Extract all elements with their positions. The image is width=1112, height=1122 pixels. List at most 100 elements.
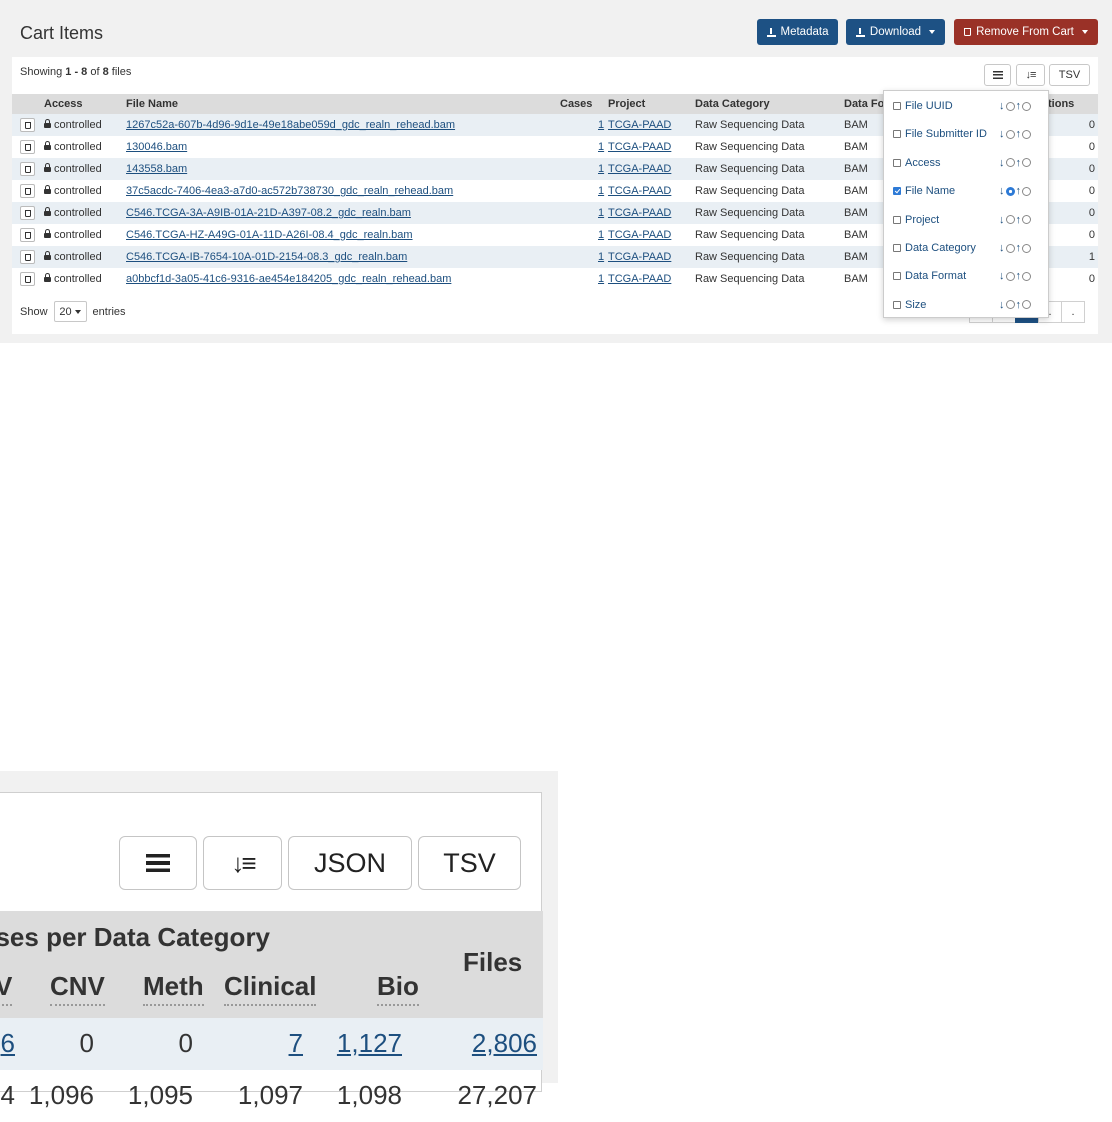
sort-option[interactable]: Data Format ↓ ↑ xyxy=(884,264,1048,292)
sort-button[interactable]: ↓≡ xyxy=(1016,64,1045,86)
sort-checkbox[interactable] xyxy=(893,102,901,110)
files-count[interactable]: 2,806 xyxy=(472,1028,537,1059)
cases-link[interactable]: 1 xyxy=(598,229,604,241)
file-name-link[interactable]: 37c5acdc-7406-4ea3-a7d0-ac572b738730_gdc… xyxy=(126,185,453,197)
trash-icon xyxy=(24,121,31,129)
cases-link[interactable]: 1 xyxy=(598,273,604,285)
project-link[interactable]: TCGA-PAAD xyxy=(608,163,671,175)
sort-asc-radio[interactable] xyxy=(1005,101,1015,111)
column-toggle-button[interactable] xyxy=(119,836,197,890)
column-toggle-button[interactable] xyxy=(984,64,1011,86)
sort-option[interactable]: Size ↓ ↑ xyxy=(884,293,1048,321)
sort-desc-radio[interactable] xyxy=(1022,129,1031,139)
remove-from-cart-button[interactable]: Remove From Cart xyxy=(954,19,1098,45)
data-format-cell: BAM xyxy=(844,119,868,131)
cases-link[interactable]: 1 xyxy=(598,251,604,263)
sort-option[interactable]: Data Category ↓ ↑ xyxy=(884,236,1048,264)
project-link[interactable]: TCGA-PAAD xyxy=(608,273,671,285)
remove-row-button[interactable] xyxy=(20,250,35,264)
remove-row-button[interactable] xyxy=(20,206,35,220)
col-clinical[interactable]: Clinical xyxy=(224,971,317,1006)
sort-desc-radio[interactable] xyxy=(1022,215,1031,225)
remove-row-button[interactable] xyxy=(20,228,35,242)
cases-link[interactable]: 1 xyxy=(598,185,604,197)
cases-link[interactable]: 1 xyxy=(598,141,604,153)
cases-link[interactable]: 1 xyxy=(598,119,604,131)
project-link[interactable]: TCGA-PAAD xyxy=(608,229,671,241)
sort-option[interactable]: File Name ↓ ↑ xyxy=(884,179,1048,207)
tsv-button[interactable]: TSV xyxy=(418,836,521,890)
file-name-link[interactable]: C546.TCGA-HZ-A49G-01A-11D-A26I-08.4_gdc_… xyxy=(126,229,413,241)
sort-checkbox[interactable] xyxy=(893,130,901,139)
table-row: 6 0 0 7 1,127 2,806 xyxy=(0,1018,543,1070)
sort-asc-radio[interactable] xyxy=(1005,243,1015,253)
sort-asc-radio[interactable] xyxy=(1005,186,1015,196)
remove-row-button[interactable] xyxy=(20,118,35,132)
sort-asc-radio[interactable] xyxy=(1005,300,1015,310)
col-data-format[interactable]: Data Fo xyxy=(844,98,884,110)
col-cases[interactable]: Cases xyxy=(560,98,592,110)
sort-option[interactable]: File UUID ↓ ↑ xyxy=(884,94,1048,122)
json-button[interactable]: JSON xyxy=(288,836,412,890)
download-icon xyxy=(855,27,865,37)
bio-count[interactable]: 1,127 xyxy=(337,1028,402,1059)
sort-asc-radio[interactable] xyxy=(1005,158,1015,168)
sort-desc-radio[interactable] xyxy=(1022,243,1031,253)
col-annotations[interactable]: tions xyxy=(1048,98,1074,110)
sort-option[interactable]: Access ↓ ↑ xyxy=(884,151,1048,179)
sort-asc-radio[interactable] xyxy=(1005,129,1015,139)
remove-row-button[interactable] xyxy=(20,140,35,154)
page-button[interactable]: . xyxy=(1061,301,1085,323)
col-access[interactable]: Access xyxy=(44,98,83,110)
bio-count: 1,098 xyxy=(336,1080,402,1110)
sort-button[interactable]: ↓≡ xyxy=(203,836,282,890)
file-name-link[interactable]: 1267c52a-607b-4d96-9d1e-49e18abe059d_gdc… xyxy=(126,119,455,131)
sort-checkbox[interactable] xyxy=(893,244,901,252)
clinical-count[interactable]: 7 xyxy=(289,1028,303,1059)
page-size-select[interactable]: 20 xyxy=(53,301,87,322)
sort-option[interactable]: Project ↓ ↑ xyxy=(884,208,1048,236)
sort-option[interactable]: File Submitter ID ↓ ↑ xyxy=(884,122,1048,150)
cases-link[interactable]: 1 xyxy=(598,207,604,219)
file-name-link[interactable]: 143558.bam xyxy=(126,163,187,175)
cases-link[interactable]: 1 xyxy=(598,163,604,175)
sort-asc-radio[interactable] xyxy=(1005,215,1015,225)
sort-checkbox[interactable] xyxy=(893,158,901,167)
tsv-button[interactable]: TSV xyxy=(1049,64,1090,86)
sort-checkbox[interactable] xyxy=(893,187,901,196)
sort-checkbox[interactable] xyxy=(893,300,901,309)
file-name-link[interactable]: 130046.bam xyxy=(126,141,187,153)
project-link[interactable]: TCGA-PAAD xyxy=(608,185,671,197)
col-bio[interactable]: Bio xyxy=(377,971,419,1006)
sort-desc-radio[interactable] xyxy=(1022,158,1031,168)
project-link[interactable]: TCGA-PAAD xyxy=(608,251,671,263)
sort-desc-radio[interactable] xyxy=(1022,186,1031,196)
arrow-up-icon: ↑ xyxy=(1015,298,1022,311)
col-files[interactable]: Files xyxy=(463,947,522,978)
col-file-name[interactable]: File Name xyxy=(126,98,178,110)
sort-checkbox[interactable] xyxy=(893,272,901,281)
remove-row-button[interactable] xyxy=(20,272,35,286)
download-button[interactable]: Download xyxy=(846,19,945,45)
access-value: controlled xyxy=(54,273,102,285)
file-name-link[interactable]: C546.TCGA-IB-7654-10A-01D-2154-08.3_gdc_… xyxy=(126,251,407,263)
project-link[interactable]: TCGA-PAAD xyxy=(608,119,671,131)
project-link[interactable]: TCGA-PAAD xyxy=(608,207,671,219)
sort-asc-radio[interactable] xyxy=(1005,271,1015,281)
remove-row-button[interactable] xyxy=(20,184,35,198)
sort-checkbox[interactable] xyxy=(893,215,901,224)
file-name-link[interactable]: C546.TCGA-3A-A9IB-01A-21D-A397-08.2_gdc_… xyxy=(126,207,411,219)
col-project[interactable]: Project xyxy=(608,98,645,110)
sort-desc-radio[interactable] xyxy=(1022,300,1031,310)
project-link[interactable]: TCGA-PAAD xyxy=(608,141,671,153)
metadata-button[interactable]: Metadata xyxy=(757,19,838,45)
col-meth[interactable]: Meth xyxy=(143,971,204,1006)
v-count[interactable]: 6 xyxy=(1,1028,15,1059)
sort-desc-radio[interactable] xyxy=(1022,271,1031,281)
file-name-link[interactable]: a0bbcf1d-3a05-41c6-9316-ae454e184205_gdc… xyxy=(126,273,451,285)
remove-row-button[interactable] xyxy=(20,162,35,176)
col-cnv[interactable]: CNV xyxy=(50,971,105,1006)
sort-desc-radio[interactable] xyxy=(1022,101,1031,111)
col-data-category[interactable]: Data Category xyxy=(695,98,770,110)
col-v[interactable]: V xyxy=(0,971,13,1006)
